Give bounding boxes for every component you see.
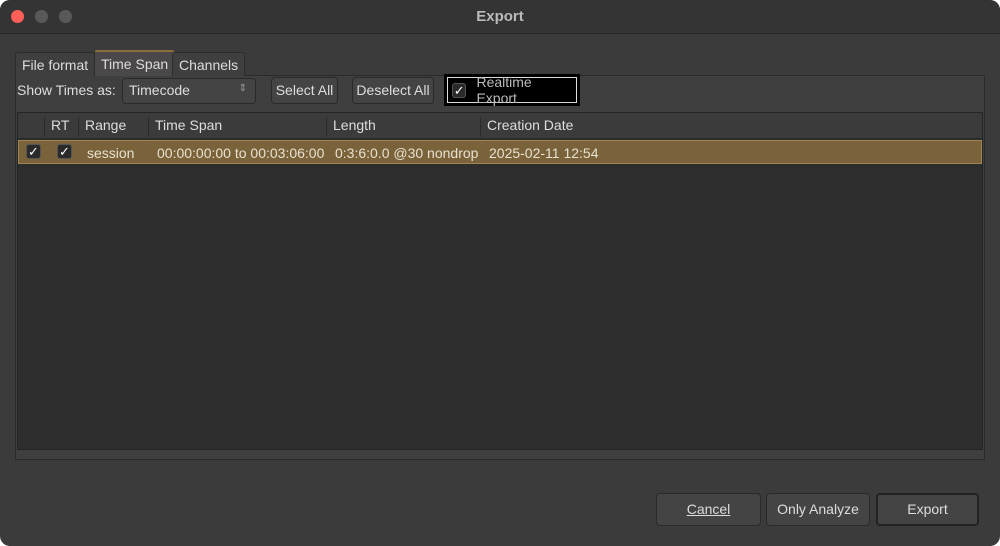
tab-channels[interactable]: Channels (172, 52, 246, 76)
cell-length: 0:3:6:0.0 @30 nondrop (335, 145, 479, 161)
show-times-label: Show Times as: (17, 82, 116, 98)
export-dialog: Export File format Time Span Channels Sh… (0, 0, 1000, 546)
time-span-table: RT Range Time Span Length Creation Date … (17, 112, 983, 450)
column-time-span[interactable]: Time Span (148, 117, 222, 137)
table-row[interactable]: ✓ ✓ session 00:00:00:00 to 00:03:06:00 0… (18, 140, 982, 164)
cancel-button[interactable]: Cancel (656, 493, 761, 526)
column-creation-date[interactable]: Creation Date (480, 117, 573, 137)
cell-time-span: 00:00:00:00 to 00:03:06:00 (157, 145, 325, 161)
realtime-export-focus: ✓ Realtime Export (444, 74, 580, 106)
only-analyze-button[interactable]: Only Analyze (766, 493, 870, 526)
realtime-export-checkbox[interactable]: ✓ Realtime Export (447, 74, 577, 106)
check-icon: ✓ (452, 82, 467, 98)
cell-creation-date: 2025-02-11 12:54 (489, 145, 599, 161)
column-rt[interactable]: RT (44, 117, 69, 137)
column-range[interactable]: Range (78, 117, 126, 137)
updown-chevron-icon: ⇕ (238, 83, 247, 94)
column-length[interactable]: Length (326, 117, 376, 137)
cell-range: session (87, 145, 135, 161)
show-times-select[interactable]: Timecode ⇕ (122, 78, 256, 104)
tab-time-span[interactable]: Time Span (94, 50, 176, 76)
title-bar: Export (0, 0, 1000, 34)
show-times-value: Timecode (129, 82, 190, 98)
select-all-button[interactable]: Select All (271, 77, 338, 104)
realtime-export-label: Realtime Export (476, 74, 532, 106)
deselect-all-button[interactable]: Deselect All (352, 77, 434, 104)
row-rt-checkbox[interactable]: ✓ (57, 144, 72, 159)
export-button[interactable]: Export (876, 493, 979, 526)
table-header: RT Range Time Span Length Creation Date (18, 113, 982, 139)
row-select-checkbox[interactable]: ✓ (26, 144, 41, 159)
window-title: Export (476, 8, 524, 25)
tab-file-format[interactable]: File format (15, 52, 96, 76)
